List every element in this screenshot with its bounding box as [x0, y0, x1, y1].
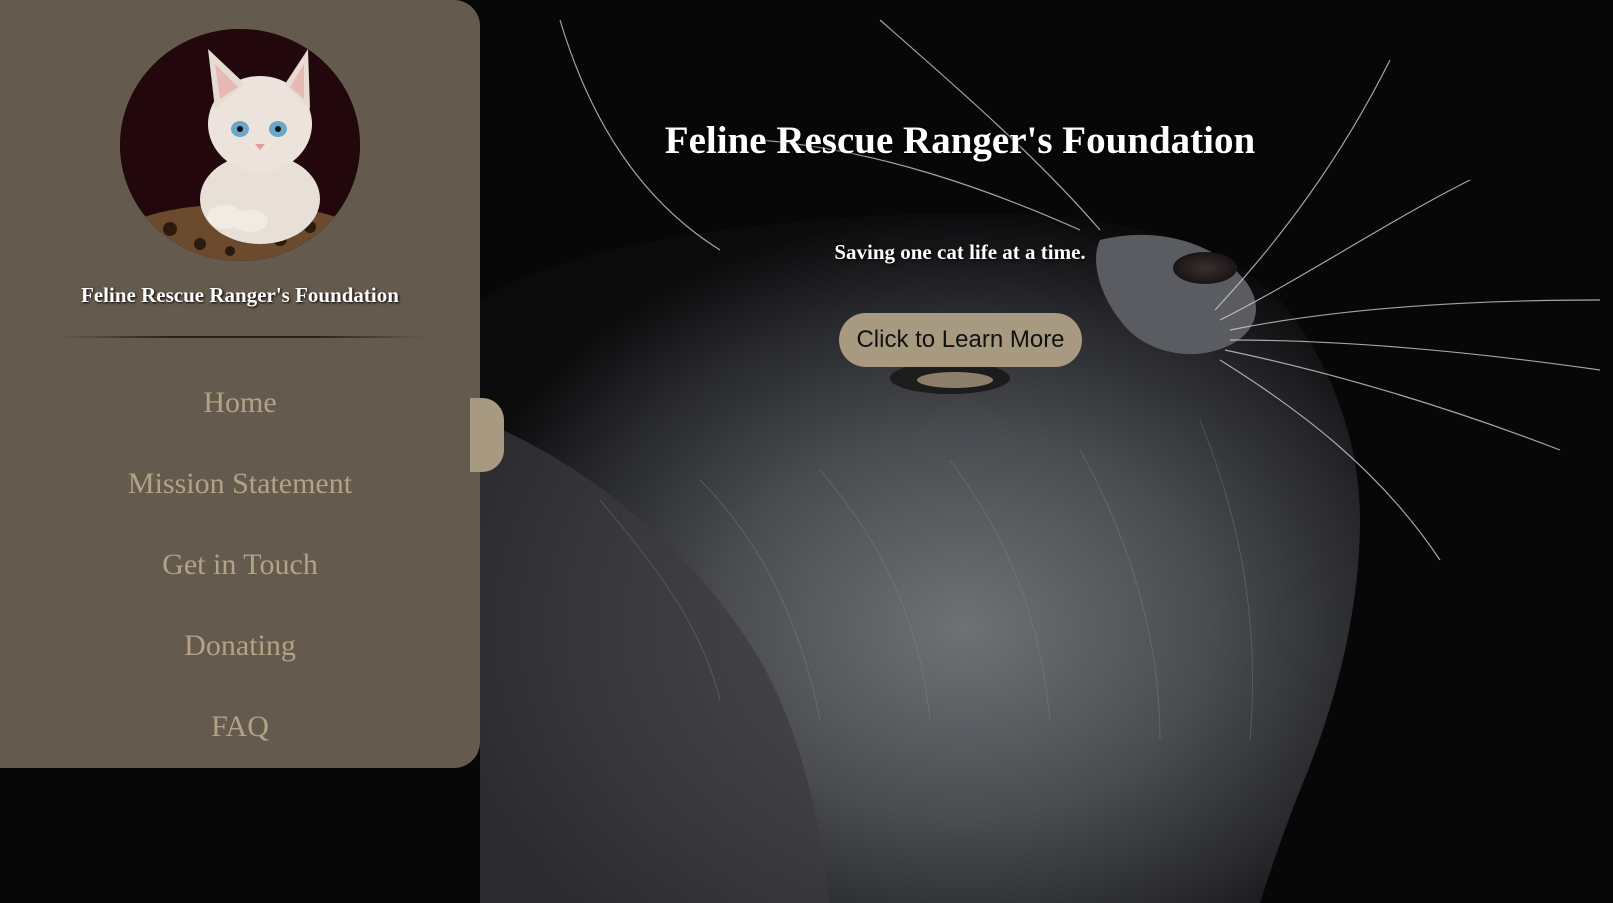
nav-item-get-in-touch[interactable]: Get in Touch: [0, 537, 480, 618]
hero-title: Feline Rescue Ranger's Foundation: [664, 119, 1256, 162]
hero-subtitle: Saving one cat life at a time.: [834, 240, 1086, 264]
sidebar-title: Feline Rescue Ranger's Foundation: [81, 283, 399, 307]
nav-item-home[interactable]: Home: [0, 375, 480, 456]
kitten-image: [120, 29, 360, 261]
nav-item-donating[interactable]: Donating: [0, 618, 480, 699]
page: Feline Rescue Ranger's Foundation Home M…: [0, 0, 1613, 903]
sidebar-nav: Home Mission Statement Get in Touch Dona…: [0, 375, 480, 780]
nav-item-faq[interactable]: FAQ: [0, 699, 480, 780]
learn-more-button[interactable]: Click to Learn More: [839, 313, 1082, 367]
kitten-avatar: [120, 29, 360, 261]
nav-item-mission-statement[interactable]: Mission Statement: [0, 456, 480, 537]
sidebar-divider: [60, 336, 425, 338]
sidebar-toggle-tab[interactable]: [470, 398, 504, 472]
sidebar: Feline Rescue Ranger's Foundation Home M…: [0, 0, 480, 768]
